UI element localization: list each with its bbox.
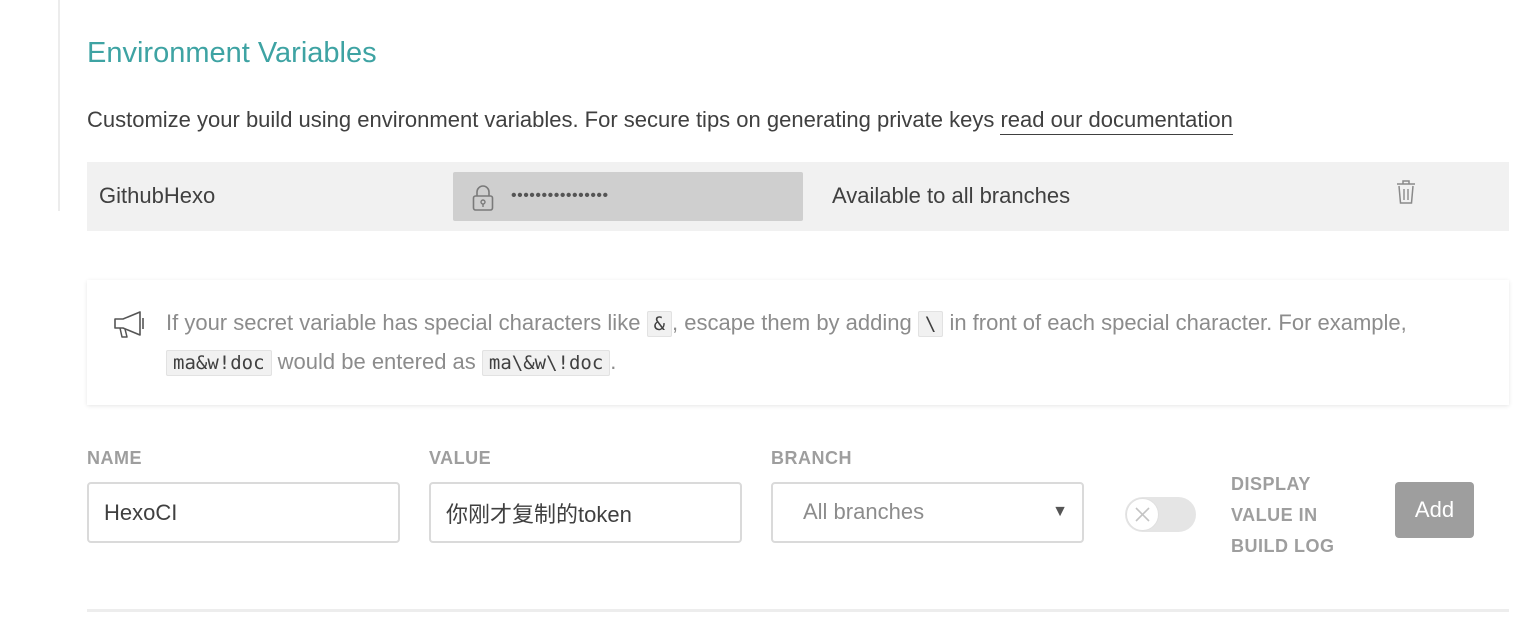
notice-text-part: would be entered as: [277, 349, 476, 374]
name-field-label: NAME: [87, 448, 142, 468]
notice-text-part: .: [610, 349, 617, 374]
env-variable-name: GithubHexo: [99, 183, 216, 208]
name-input[interactable]: [87, 482, 400, 543]
branch-select[interactable]: All branches ▼: [771, 482, 1084, 543]
notice-text-part: , escape them by adding: [672, 310, 912, 335]
section-divider: [87, 609, 1509, 612]
megaphone-icon: [114, 311, 144, 338]
left-border: [58, 0, 60, 211]
toggle-knob: [1126, 498, 1159, 531]
display-value-toggle[interactable]: [1125, 497, 1196, 532]
branch-select-value: All branches: [803, 499, 925, 524]
special-characters-notice: If your secret variable has special char…: [87, 280, 1509, 405]
add-button[interactable]: Add: [1395, 482, 1474, 538]
section-description: Customize your build using environment v…: [87, 104, 1233, 136]
lock-icon: [472, 185, 494, 211]
display-label-line: DISPLAY: [1231, 474, 1311, 494]
notice-text-part: in front of each special character. For …: [949, 310, 1407, 335]
close-icon: [1135, 507, 1150, 522]
notice-text-part: If your secret variable has special char…: [166, 310, 641, 335]
display-label-line: BUILD LOG: [1231, 536, 1335, 556]
trash-icon[interactable]: [1394, 177, 1418, 207]
code-sample: ma&w!doc: [166, 350, 272, 376]
notice-text: If your secret variable has special char…: [166, 304, 1486, 382]
env-variable-row: GithubHexo •••••••••••••••• Available to…: [87, 162, 1509, 231]
triangle-down-icon: ▼: [1052, 503, 1068, 520]
masked-value-dots: ••••••••••••••••: [511, 187, 609, 204]
branch-field-label: BRANCH: [771, 448, 852, 468]
description-text: Customize your build using environment v…: [87, 107, 995, 132]
code-sample: &: [646, 311, 673, 337]
display-value-label: DISPLAY VALUE IN BUILD LOG: [1231, 469, 1335, 562]
value-input[interactable]: [429, 482, 742, 543]
code-sample: ma\&w\!doc: [481, 350, 611, 376]
documentation-link[interactable]: read our documentation: [1000, 107, 1233, 135]
display-label-line: VALUE IN: [1231, 505, 1318, 525]
code-sample: \: [917, 311, 944, 337]
env-variable-value-masked: ••••••••••••••••: [453, 172, 803, 221]
value-field-label: VALUE: [429, 448, 492, 468]
section-title: Environment Variables: [87, 37, 377, 69]
env-variable-branches: Available to all branches: [832, 183, 1071, 208]
